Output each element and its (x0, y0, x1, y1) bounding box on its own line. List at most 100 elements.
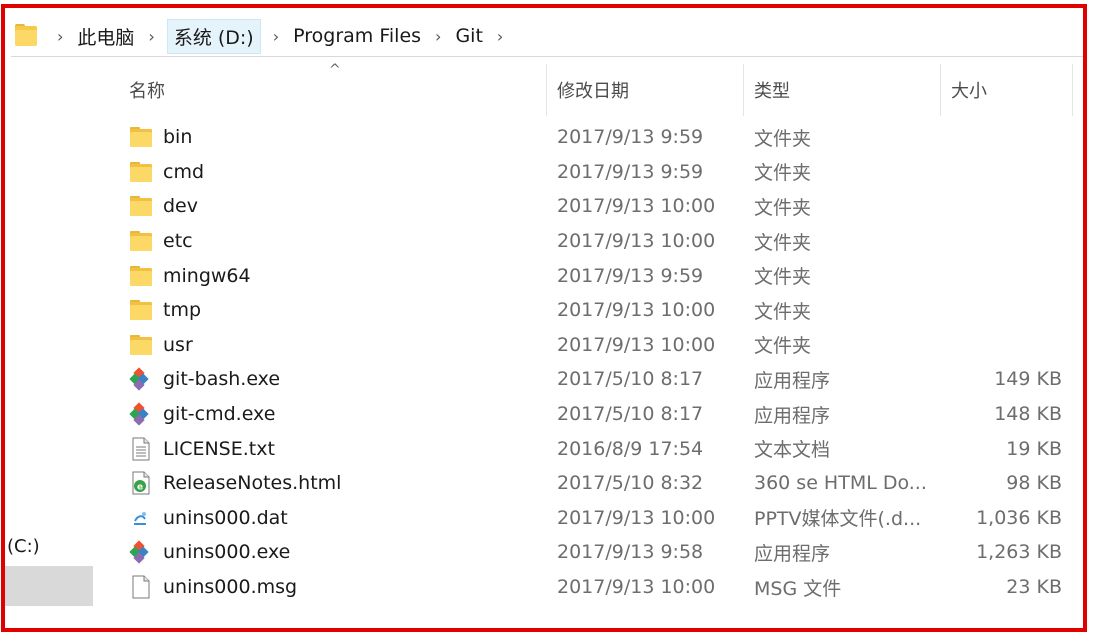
file-date: 2016/8/9 17:54 (557, 437, 704, 460)
file-row[interactable]: dev 2017/9/13 10:00 文件夹 (97, 189, 1083, 224)
file-name: unins000.dat (163, 506, 288, 529)
file-row[interactable]: mingw64 2017/9/13 9:59 文件夹 (97, 258, 1083, 293)
column-header-name[interactable]: 名称 (119, 64, 547, 116)
file-date: 2017/9/13 10:00 (557, 299, 716, 322)
file-size (942, 258, 1062, 293)
html-file-icon: e (129, 471, 153, 495)
file-name-cell[interactable]: e ReleaseNotes.html (129, 466, 549, 501)
file-name-cell[interactable]: git-bash.exe (129, 362, 549, 397)
folder-icon (129, 264, 153, 288)
column-headers: ^ 名称 修改日期 类型 大小 (97, 62, 1083, 116)
chevron-right-icon[interactable]: › (47, 27, 73, 46)
file-type: 文件夹 (754, 266, 812, 289)
navigation-pane: (C:) (5, 56, 97, 628)
file-name-cell[interactable]: mingw64 (129, 258, 549, 293)
git-icon (129, 540, 153, 565)
folder-icon (129, 160, 153, 184)
file-name-cell[interactable]: etc (129, 224, 549, 259)
file-row[interactable]: unins000.dat 2017/9/13 10:00 PPTV媒体文件(.d..… (97, 501, 1083, 536)
column-header-size[interactable]: 大小 (941, 64, 1073, 116)
file-date: 2017/9/13 10:00 (557, 576, 716, 599)
nav-item-drive-c[interactable]: (C:) (7, 536, 40, 557)
breadcrumb-this-pc[interactable]: 此电脑 (73, 21, 138, 52)
file-row[interactable]: cmd 2017/9/13 9:59 文件夹 (97, 155, 1083, 190)
file-date: 2017/9/13 9:59 (557, 264, 704, 287)
file-name: git-cmd.exe (163, 403, 276, 426)
file-size: 1,036 KB (976, 506, 1062, 529)
file-date: 2017/9/13 9:58 (557, 541, 704, 564)
file-name: ReleaseNotes.html (163, 472, 342, 495)
text-file-icon (129, 437, 153, 461)
file-date: 2017/5/10 8:32 (557, 472, 704, 495)
file-date: 2017/9/13 10:00 (557, 195, 716, 218)
column-header-date[interactable]: 修改日期 (547, 64, 744, 116)
file-date: 2017/5/10 8:17 (557, 368, 704, 391)
file-name-cell[interactable]: tmp (129, 293, 549, 328)
breadcrumb-drive-d[interactable]: 系统 (D:) (166, 18, 261, 54)
file-size (942, 155, 1062, 190)
file-name-cell[interactable]: unins000.exe (129, 535, 549, 570)
file-date: 2017/9/13 10:00 (557, 506, 716, 529)
file-date: 2017/9/13 10:00 (557, 230, 716, 253)
chevron-right-icon[interactable]: › (487, 27, 513, 46)
file-type: 文件夹 (754, 162, 812, 185)
file-name: git-bash.exe (163, 368, 281, 391)
file-name-cell[interactable]: unins000.msg (129, 570, 549, 605)
file-name: usr (163, 333, 193, 356)
file-size: 148 KB (994, 403, 1062, 426)
file-row[interactable]: etc 2017/9/13 10:00 文件夹 (97, 224, 1083, 259)
file-type: 应用程序 (754, 369, 831, 392)
blank-file-icon (129, 575, 153, 599)
file-size (942, 293, 1062, 328)
address-bar[interactable]: › 此电脑 › 系统 (D:) › Program Files › Git › (11, 16, 1083, 57)
file-name-cell[interactable]: cmd (129, 155, 549, 190)
file-name-cell[interactable]: bin (129, 120, 549, 155)
file-type: 文件夹 (754, 196, 812, 219)
file-name-cell[interactable]: LICENSE.txt (129, 431, 549, 466)
file-row[interactable]: unins000.msg 2017/9/13 10:00 MSG 文件 23 KB (97, 570, 1083, 605)
file-row[interactable]: unins000.exe 2017/9/13 9:58 应用程序 1,263 KB (97, 535, 1083, 570)
file-type: 应用程序 (754, 542, 831, 565)
file-row[interactable]: git-bash.exe 2017/5/10 8:17 应用程序 149 KB (97, 362, 1083, 397)
file-name-cell[interactable]: dev (129, 189, 549, 224)
file-date: 2017/9/13 9:59 (557, 160, 704, 183)
chevron-right-icon[interactable]: › (138, 27, 164, 46)
breadcrumb-git[interactable]: Git (451, 23, 486, 49)
column-header-type[interactable]: 类型 (744, 64, 941, 116)
file-name: tmp (163, 299, 202, 322)
file-row[interactable]: LICENSE.txt 2016/8/9 17:54 文本文档 19 KB (97, 431, 1083, 466)
folder-icon (129, 298, 153, 322)
nav-item-selected[interactable] (5, 566, 93, 606)
file-type: 应用程序 (754, 404, 831, 427)
file-name: bin (163, 126, 193, 149)
file-type: 文件夹 (754, 300, 812, 323)
file-list: bin 2017/9/13 9:59 文件夹 cmd 2017/9/13 9:59 文件夹… (97, 120, 1083, 604)
file-row[interactable]: e ReleaseNotes.html 2017/5/10 8:32 360 se H… (97, 466, 1083, 501)
file-size (942, 120, 1062, 155)
file-date: 2017/9/13 10:00 (557, 333, 716, 356)
file-type: MSG 文件 (754, 577, 842, 600)
file-row[interactable]: git-cmd.exe 2017/5/10 8:17 应用程序 148 KB (97, 397, 1083, 432)
folder-icon (129, 229, 153, 253)
file-row[interactable]: bin 2017/9/13 9:59 文件夹 (97, 120, 1083, 155)
chevron-right-icon[interactable]: › (263, 27, 289, 46)
folder-icon (129, 194, 153, 218)
file-size: 149 KB (994, 368, 1062, 391)
file-date: 2017/5/10 8:17 (557, 403, 704, 426)
breadcrumb-program-files[interactable]: Program Files (289, 23, 425, 49)
dat-file-icon (129, 506, 153, 530)
folder-icon (15, 24, 37, 48)
chevron-right-icon[interactable]: › (425, 27, 451, 46)
file-name: cmd (163, 160, 205, 183)
file-row[interactable]: usr 2017/9/13 10:00 文件夹 (97, 328, 1083, 363)
file-name: mingw64 (163, 264, 251, 287)
file-size (942, 328, 1062, 363)
file-name-cell[interactable]: git-cmd.exe (129, 397, 549, 432)
file-name-cell[interactable]: unins000.dat (129, 501, 549, 536)
file-type: 文件夹 (754, 231, 812, 254)
file-type: 文件夹 (754, 335, 812, 358)
file-name-cell[interactable]: usr (129, 328, 549, 363)
explorer-window: › 此电脑 › 系统 (D:) › Program Files › Git › … (1, 4, 1087, 632)
file-type: 文件夹 (754, 127, 812, 150)
file-row[interactable]: tmp 2017/9/13 10:00 文件夹 (97, 293, 1083, 328)
